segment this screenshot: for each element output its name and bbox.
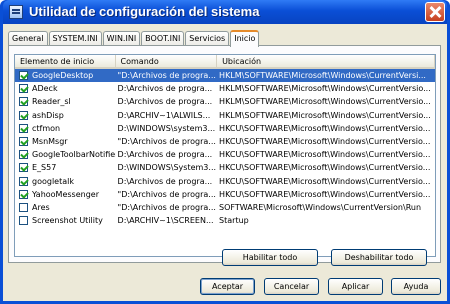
startup-item-name: YahooMessenger	[32, 189, 99, 199]
command-cell: D:\WINDOWS\system3...	[117, 123, 216, 133]
list-rows: GoogleDesktop "D:\Archivos de progra... HK…	[15, 69, 435, 227]
msconfig-app-icon	[9, 5, 23, 19]
window-title: Utilidad de configuración del sistema	[29, 4, 260, 19]
tab-strip: General SYSTEM.INI WIN.INI BOOT.INI Serv…	[8, 29, 260, 47]
location-cell: HKCU\SOFTWARE\Microsoft\Windows\CurrentV…	[219, 123, 431, 133]
startup-item-name: Reader_sl	[32, 97, 71, 107]
table-row[interactable]: ADeck D:\Archivos de progra... HKLM\SOFTWA…	[15, 82, 435, 95]
command-cell: D:\ARCHIV~1\ALWILS...	[117, 110, 211, 120]
enable-checkbox[interactable]	[19, 189, 28, 199]
startup-items-list[interactable]: Elemento de inicio Comando Ubicación Goo…	[14, 54, 436, 257]
location-cell: HKCU\SOFTWARE\Microsoft\Windows\CurrentV…	[219, 176, 431, 186]
location-cell: HKCU\SOFTWARE\Microsoft\Windows\CurrentV…	[219, 189, 431, 199]
accept-button[interactable]: Aceptar	[200, 278, 255, 295]
command-cell: D:\Archivos de progra...	[117, 176, 213, 186]
table-row[interactable]: Ares "D:\Archivos de progra... SOFTWARE\Mi…	[15, 201, 435, 214]
tab-system-ini[interactable]: SYSTEM.INI	[48, 31, 102, 46]
disable-all-button[interactable]: Deshabilitar todo	[331, 249, 427, 266]
location-cell: SOFTWARE\Microsoft\Windows\CurrentVersio…	[219, 202, 422, 212]
column-header-location[interactable]: Ubicación	[217, 55, 435, 69]
table-row[interactable]: googletalk D:\Archivos de progra... HKCU\S…	[15, 175, 435, 188]
command-cell: "D:\Archivos de progra...	[117, 136, 216, 146]
command-cell: D:\WINDOWS\System3...	[117, 163, 217, 173]
location-cell: HKLM\SOFTWARE\Microsoft\Windows\CurrentV…	[219, 84, 431, 94]
command-cell: D:\Archivos de progra...	[117, 150, 213, 160]
column-header-item[interactable]: Elemento de inicio	[15, 55, 116, 69]
enable-checkbox[interactable]	[19, 71, 28, 81]
enable-checkbox[interactable]	[19, 110, 28, 120]
enable-checkbox[interactable]	[19, 137, 28, 147]
startup-item-name: MsnMsgr	[32, 137, 68, 147]
table-row[interactable]: YahooMessenger "D:\Archivos de progra... H…	[15, 188, 435, 201]
startup-item-cell: googletalk	[15, 175, 116, 188]
startup-item-name: Screenshot Utility	[32, 216, 103, 226]
command-cell: "D:\Archivos de progra...	[117, 71, 216, 80]
startup-item-cell: ctfmon	[15, 122, 116, 135]
enable-checkbox[interactable]	[19, 216, 28, 226]
enable-checkbox[interactable]	[19, 150, 28, 160]
startup-item-cell: MsnMsgr	[15, 135, 116, 148]
title-bar[interactable]: Utilidad de configuración del sistema	[3, 0, 447, 24]
enable-checkbox[interactable]	[19, 97, 28, 107]
enable-checkbox[interactable]	[19, 163, 28, 173]
startup-item-cell: E_S57	[15, 161, 116, 174]
table-row[interactable]: MsnMsgr "D:\Archivos de progra... HKCU\SOF…	[15, 135, 435, 148]
tab-general[interactable]: General	[8, 31, 48, 46]
startup-item-cell: GoogleToolbarNotifier	[15, 148, 116, 161]
startup-item-name: ashDisp	[32, 110, 64, 120]
tab-panel-inicio: Elemento de inicio Comando Ubicación Goo…	[8, 45, 441, 263]
enable-checkbox[interactable]	[19, 176, 28, 186]
startup-item-cell: Ares	[15, 201, 116, 214]
enable-all-button[interactable]: Habilitar todo	[222, 249, 318, 266]
enable-checkbox[interactable]	[19, 84, 28, 94]
startup-item-name: googletalk	[32, 176, 74, 186]
column-header-command[interactable]: Comando	[116, 55, 218, 69]
table-row[interactable]: GoogleDesktop "D:\Archivos de progra... HK…	[15, 69, 435, 83]
command-cell: D:\Archivos de progra...	[117, 84, 213, 94]
startup-item-cell: YahooMessenger	[15, 188, 116, 201]
apply-button[interactable]: Aplicar	[328, 278, 383, 295]
close-icon[interactable]	[425, 2, 445, 22]
enable-checkbox[interactable]	[19, 123, 28, 133]
startup-item-cell: GoogleDesktop	[15, 69, 116, 83]
startup-item-cell: Screenshot Utility	[15, 214, 116, 227]
startup-item-name: GoogleDesktop	[32, 69, 94, 83]
dialog-body: General SYSTEM.INI WIN.INI BOOT.INI Serv…	[3, 24, 447, 301]
startup-item-cell: Reader_sl	[15, 95, 116, 108]
cancel-button[interactable]: Cancelar	[264, 278, 319, 295]
command-cell: "D:\Archivos de progra...	[117, 189, 216, 199]
table-row[interactable]: GoogleToolbarNotifier D:\Archivos de prog…	[15, 148, 435, 161]
startup-item-cell: ADeck	[15, 82, 116, 95]
startup-item-name: GoogleToolbarNotifier	[32, 150, 116, 160]
dialog-window: Utilidad de configuración del sistema Ge…	[0, 0, 450, 304]
table-row[interactable]: Reader_sl D:\Archivos de progra... HKLM\SO…	[15, 95, 435, 108]
tab-boot-ini[interactable]: BOOT.INI	[141, 31, 185, 46]
list-header: Elemento de inicio Comando Ubicación	[15, 55, 435, 69]
command-cell: D:\ARCHIV~1\SCREEN...	[117, 216, 214, 226]
location-cell: Startup	[219, 216, 249, 226]
startup-item-cell: ashDisp	[15, 109, 116, 122]
startup-item-name: Ares	[32, 202, 50, 212]
location-cell: HKLM\SOFTWARE\Microsoft\Windows\CurrentV…	[219, 97, 431, 107]
help-button[interactable]: Ayuda	[391, 278, 441, 295]
command-cell: D:\Archivos de progra...	[117, 97, 213, 107]
startup-item-name: E_S57	[32, 163, 57, 173]
table-row[interactable]: ctfmon D:\WINDOWS\system3... HKCU\SOFTWARE…	[15, 122, 435, 135]
startup-item-name: ctfmon	[32, 123, 61, 133]
location-cell: HKLM\SOFTWARE\Microsoft\Windows\CurrentV…	[219, 110, 431, 120]
startup-item-name: ADeck	[32, 84, 58, 94]
location-cell: HKCU\SOFTWARE\Microsoft\Windows\CurrentV…	[219, 163, 431, 173]
table-row[interactable]: ashDisp D:\ARCHIV~1\ALWILS... HKLM\SOFTWAR…	[15, 109, 435, 122]
tab-servicios[interactable]: Servicios	[185, 31, 230, 46]
location-cell: HKCU\SOFTWARE\Microsoft\Windows\CurrentV…	[219, 150, 431, 160]
command-cell: "D:\Archivos de progra...	[117, 202, 216, 212]
tab-inicio[interactable]: Inicio	[230, 30, 260, 47]
tab-win-ini[interactable]: WIN.INI	[102, 31, 141, 46]
location-cell: HKCU\SOFTWARE\Microsoft\Windows\CurrentV…	[219, 136, 431, 146]
table-row[interactable]: Screenshot Utility D:\ARCHIV~1\SCREEN... S…	[15, 214, 435, 227]
enable-checkbox[interactable]	[19, 202, 28, 212]
table-row[interactable]: E_S57 D:\WINDOWS\System3... HKCU\SOFTWARE\…	[15, 161, 435, 174]
location-cell: HKLM\SOFTWARE\Microsoft\Windows\CurrentV…	[219, 71, 426, 80]
